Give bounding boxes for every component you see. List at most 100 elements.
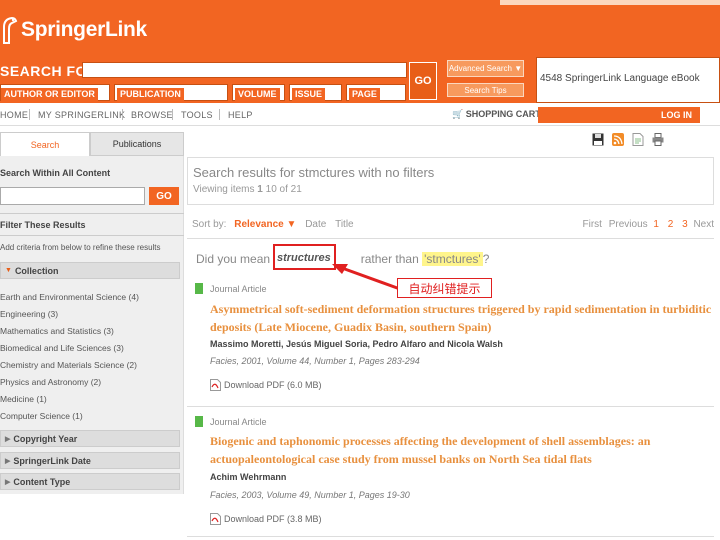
sidebar-divider	[0, 213, 184, 214]
result-authors: Massimo Moretti, Jesús Miguel Soria, Ped…	[210, 339, 503, 349]
nav-browse[interactable]: BROWSE	[131, 110, 173, 120]
original-query-highlight: 'stmctures'	[422, 252, 483, 266]
nav-help[interactable]: HELP	[228, 110, 253, 120]
collection-item[interactable]: Physics and Astronomy (2)	[0, 374, 180, 391]
main-bottom-divider	[187, 536, 714, 537]
issue-field[interactable]: ISSUE	[289, 84, 342, 101]
login-button[interactable]: LOG IN	[538, 107, 700, 123]
did-you-mean-suffix: ?	[482, 252, 490, 266]
result-title[interactable]: Asymmetrical soft-sediment deformation s…	[210, 300, 712, 336]
facet-copyright-year[interactable]: ▶ Copyright Year	[0, 430, 180, 447]
print-icon[interactable]	[652, 133, 664, 146]
did-you-mean-prefix: Did you mean	[196, 252, 271, 266]
page-field-label: PAGE	[349, 88, 380, 101]
suggestion-link[interactable]: structures	[277, 252, 331, 264]
author-field[interactable]: AUTHOR OR EDITOR	[0, 84, 110, 101]
pagination: First Previous 1 2 3 Next	[582, 219, 714, 230]
result-journal[interactable]: Facies, 2003, Volume 49, Number 1, Pages…	[210, 490, 410, 500]
pager-page[interactable]: 1	[653, 219, 659, 230]
nav-divider	[219, 109, 220, 120]
cart-label: SHOPPING CART	[465, 109, 541, 119]
results-title: Search results for stmctures with no fil…	[193, 165, 435, 180]
volume-field[interactable]: VOLUME	[232, 84, 285, 101]
springerlink-logo[interactable]: SpringerLink	[0, 12, 147, 48]
pager-page[interactable]: 3	[682, 219, 688, 230]
nav-home[interactable]: HOME	[0, 110, 28, 120]
issue-field-label: ISSUE	[292, 88, 326, 101]
facet-content-type[interactable]: ▶ Content Type	[0, 473, 180, 490]
rss-icon[interactable]	[612, 133, 624, 146]
pager-page[interactable]: 2	[668, 219, 674, 230]
sort-relevance[interactable]: Relevance ▼	[234, 219, 296, 230]
collection-item[interactable]: Chemistry and Materials Science (2)	[0, 357, 180, 374]
result-authors: Achim Wehrmann	[210, 472, 287, 482]
collection-item[interactable]: Earth and Environmental Science (4)	[0, 289, 180, 306]
document-icon[interactable]	[632, 133, 644, 146]
pdf-icon	[210, 379, 221, 391]
facet-springerlink-date[interactable]: ▶ SpringerLink Date	[0, 452, 180, 469]
header: SpringerLink SEARCH FOR AUTHOR OR EDITOR…	[0, 0, 720, 103]
sort-bar: Sort by: Relevance ▼ Date Title First Pr…	[187, 212, 714, 239]
cart-icon: 🛒	[452, 109, 464, 119]
search-within-input[interactable]	[0, 187, 145, 205]
pdf-icon	[210, 513, 221, 525]
author-field-label: AUTHOR OR EDITOR	[1, 88, 98, 101]
result-journal[interactable]: Facies, 2001, Volume 44, Number 1, Pages…	[210, 356, 420, 366]
nav-tools[interactable]: TOOLS	[181, 110, 213, 120]
header-top-strip	[500, 0, 720, 5]
facet-date-label: SpringerLink Date	[13, 455, 91, 466]
save-icon[interactable]	[592, 133, 604, 146]
sidebar-tabs: Search Publications	[0, 132, 184, 156]
volume-field-label: VOLUME	[235, 88, 280, 101]
green-marker-icon	[195, 283, 203, 294]
result-title[interactable]: Biogenic and taphonomic processes affect…	[210, 432, 712, 468]
result-item: Journal Article Biogenic and taphonomic …	[187, 413, 714, 533]
collection-item[interactable]: Medicine (1)	[0, 391, 180, 408]
viewing-start: 1	[257, 184, 263, 195]
result-toolbar	[592, 133, 664, 146]
collection-item[interactable]: Computer Science (1)	[0, 408, 180, 425]
download-pdf-link[interactable]: Download PDF (3.8 MB)	[210, 513, 322, 525]
tab-search[interactable]: Search	[0, 132, 90, 156]
result-type: Journal Article	[210, 284, 267, 294]
sort-date[interactable]: Date	[305, 219, 326, 230]
nav-divider	[122, 109, 123, 120]
search-tips-button[interactable]: Search Tips	[447, 83, 524, 97]
nav-my-springerlink[interactable]: MY SPRINGERLINK	[38, 110, 125, 120]
search-go-button[interactable]: GO	[409, 62, 437, 100]
search-input[interactable]	[82, 62, 407, 78]
horse-logo-icon	[3, 16, 18, 44]
result-divider	[187, 406, 714, 407]
viewing-count: Viewing items 1 10 of 21	[193, 184, 713, 195]
filter-heading: Filter These Results	[0, 220, 86, 230]
pager-first[interactable]: First	[582, 219, 601, 230]
suggestion-box[interactable]: structures	[273, 244, 336, 270]
ebook-promo[interactable]: 4548 SpringerLink Language eBook	[536, 57, 720, 103]
logo-text: SpringerLink	[21, 18, 147, 41]
collection-item[interactable]: Mathematics and Statistics (3)	[0, 323, 180, 340]
download-pdf-link[interactable]: Download PDF (6.0 MB)	[210, 379, 322, 391]
publication-field[interactable]: PUBLICATION	[114, 84, 228, 101]
triangle-right-icon: ▶	[5, 435, 11, 443]
collection-list: Earth and Environmental Science (4) Engi…	[0, 289, 180, 425]
advanced-search-button[interactable]: Advanced Search ▼	[447, 60, 524, 77]
download-pdf-label: Download PDF (6.0 MB)	[224, 380, 322, 390]
collection-item[interactable]: Biomedical and Life Sciences (3)	[0, 340, 180, 357]
collection-item[interactable]: Engineering (3)	[0, 306, 180, 323]
shopping-cart-link[interactable]: 🛒 SHOPPING CART	[452, 109, 541, 120]
facet-content-type-label: Content Type	[13, 476, 71, 487]
triangle-down-icon: ▼	[5, 267, 12, 274]
pager-next[interactable]: Next	[693, 219, 714, 230]
green-marker-icon	[195, 416, 203, 427]
tab-publications[interactable]: Publications	[90, 132, 184, 156]
search-within-go-button[interactable]: GO	[149, 187, 179, 205]
sort-title[interactable]: Title	[335, 219, 354, 230]
pager-previous[interactable]: Previous	[609, 219, 648, 230]
sort-by-label: Sort by:	[192, 219, 227, 230]
facet-copyright-label: Copyright Year	[13, 433, 78, 444]
result-type: Journal Article	[210, 417, 267, 427]
facet-collection[interactable]: ▼ Collection	[0, 262, 180, 279]
page-field[interactable]: PAGE	[346, 84, 406, 101]
download-pdf-label: Download PDF (3.8 MB)	[224, 514, 322, 524]
result-item: Journal Article Asymmetrical soft-sedime…	[187, 280, 714, 407]
